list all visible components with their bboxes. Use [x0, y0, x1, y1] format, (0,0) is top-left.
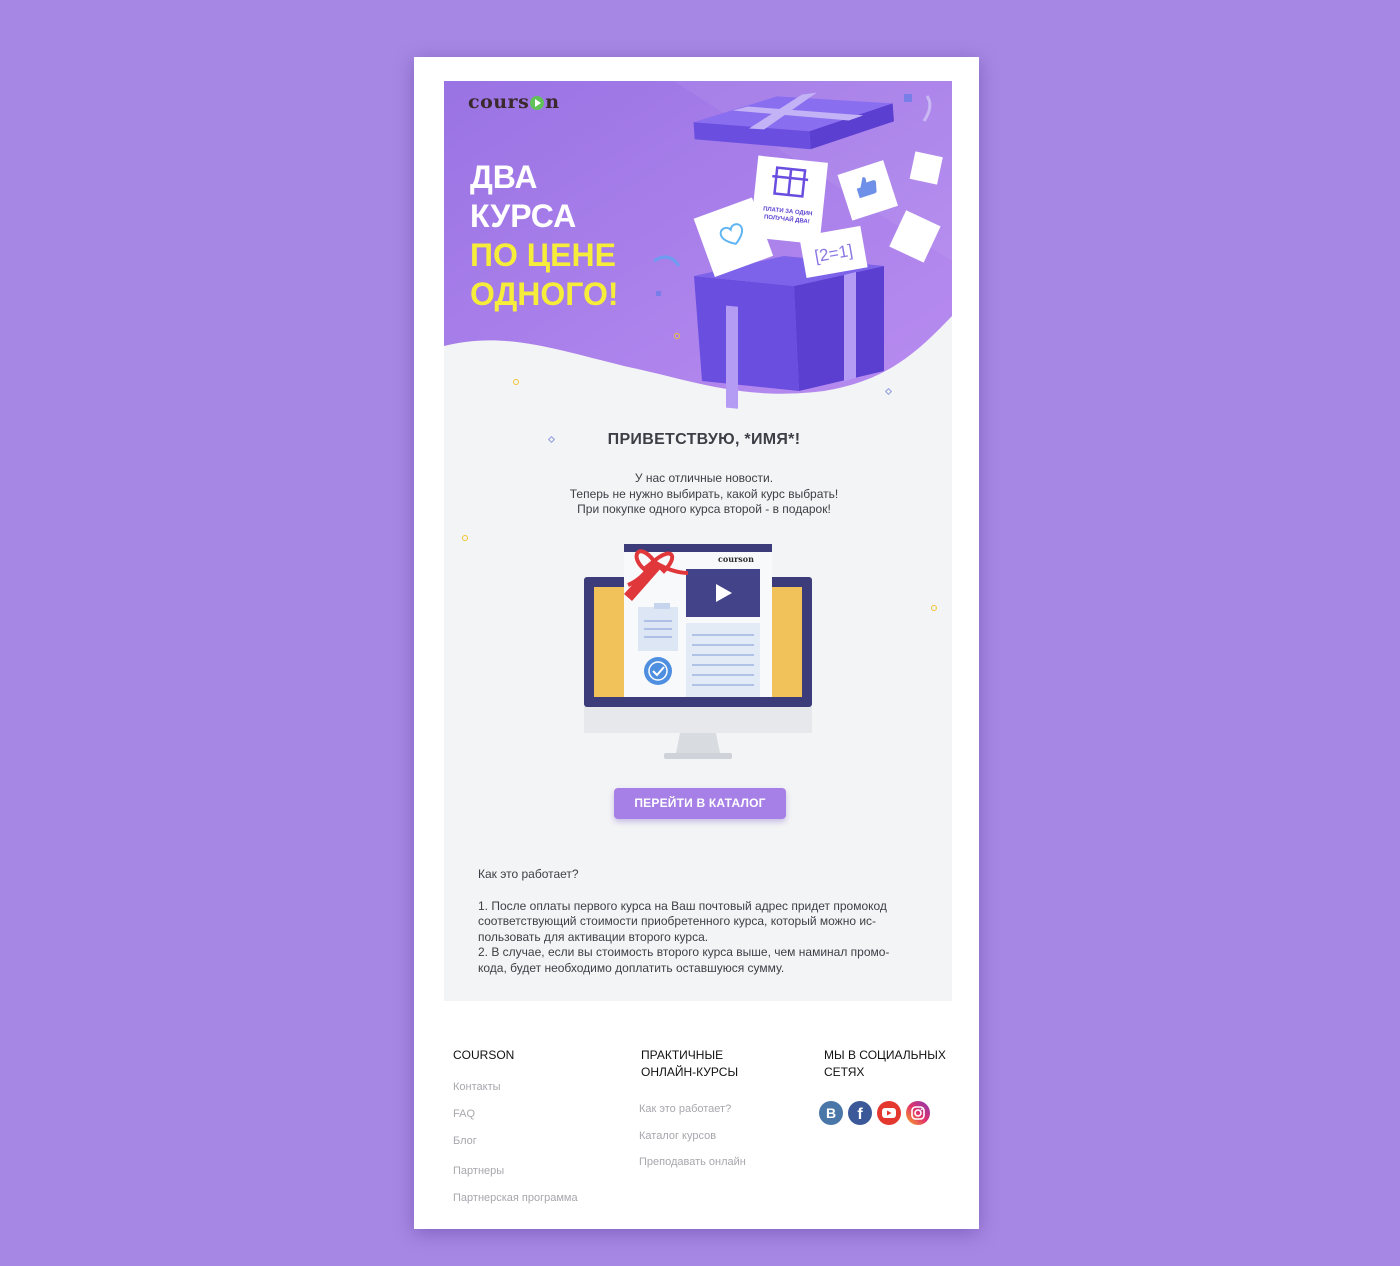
how-it-works-line: кода, будет необходимо доплатить оставшу… [478, 960, 785, 975]
email-card: ПЛАТИ ЗА ОДИН ПОЛУЧАЙ ДВА! [2=1] cours n… [414, 57, 979, 1229]
hero-headline: ДВА КУРСА ПО ЦЕНЕ ОДНОГО! [470, 158, 690, 314]
hero-line-3: ПО ЦЕНЕ [470, 237, 616, 273]
footer-heading: ПРАКТИЧНЫЕ [641, 1048, 724, 1062]
monitor-logo-text: courson [718, 554, 754, 564]
vk-icon[interactable]: B [819, 1101, 843, 1125]
how-it-works-title: Как это работает? [478, 867, 579, 881]
confetti-dot [674, 333, 680, 339]
how-it-works-line: пользовать для активации второго курса. [478, 929, 709, 944]
footer-link-partners[interactable]: Партнеры [453, 1165, 504, 1177]
email-footer: COURSON Контакты FAQ Блог Партнеры Партн… [414, 1017, 979, 1227]
logo-text-right: n [545, 91, 560, 113]
confetti-dot [462, 535, 468, 541]
play-icon [530, 96, 545, 110]
how-it-works-line: 2. В случае, если вы стоимость второго к… [478, 945, 890, 959]
how-it-works-line: 1. После оплаты первого курса на Ваш поч… [478, 898, 887, 913]
confetti-dot [931, 605, 937, 611]
intro-text: У нас отличные новости. Теперь не нужно … [444, 471, 952, 518]
how-it-works: Как это работает? 1. После оплаты первог… [478, 867, 928, 976]
footer-link-blog[interactable]: Блог [453, 1135, 477, 1147]
footer-heading: СЕТЯХ [824, 1065, 865, 1079]
footer-heading: ОНЛАЙН-КУРСЫ [641, 1065, 739, 1079]
intro-line: При покупке одного курса второй - в пода… [577, 502, 831, 516]
email-body: ПЛАТИ ЗА ОДИН ПОЛУЧАЙ ДВА! [2=1] cours n… [444, 81, 952, 1001]
svg-text:B: B [826, 1105, 836, 1121]
footer-heading: МЫ В СОЦИАЛЬНЫХ [824, 1048, 946, 1062]
footer-col-courses: ПРАКТИЧНЫЕ ОНЛАЙН-КУРСЫ [641, 1047, 738, 1081]
footer-link-partner-program[interactable]: Партнерская программа [453, 1192, 578, 1204]
instagram-icon[interactable] [906, 1101, 930, 1125]
footer-link-faq[interactable]: FAQ [453, 1108, 475, 1120]
intro-line: Теперь не нужно выбирать, какой курс выб… [569, 486, 839, 501]
footer-col-social: МЫ В СОЦИАЛЬНЫХ СЕТЯХ [824, 1047, 946, 1081]
footer-link-contacts[interactable]: Контакты [453, 1081, 501, 1093]
hero-line-2: КУРСА [470, 198, 577, 234]
footer-link-teach-online[interactable]: Преподавать онлайн [639, 1156, 746, 1168]
hero-line-1: ДВА [470, 159, 538, 195]
footer-col-courson: COURSON [453, 1047, 514, 1064]
youtube-icon[interactable] [877, 1101, 901, 1125]
courson-logo[interactable]: cours n [468, 91, 560, 113]
monitor-illustration: courson [584, 544, 812, 759]
footer-link-how-it-works[interactable]: Как это работает? [639, 1103, 731, 1115]
catalog-button[interactable]: ПЕРЕЙТИ В КАТАЛОГ [614, 788, 786, 819]
logo-text-left: cours [468, 91, 530, 113]
how-it-works-line: соответствующий стоимости приобретенного… [478, 914, 877, 928]
greeting-heading: ПРИВЕТСТВУЮ, *ИМЯ*! [607, 431, 801, 448]
footer-heading: COURSON [453, 1048, 515, 1062]
confetti-dot [513, 379, 519, 385]
svg-text:f: f [857, 1106, 863, 1123]
intro-line: У нас отличные новости. [634, 471, 774, 485]
facebook-icon[interactable]: f [848, 1101, 872, 1125]
footer-link-catalog[interactable]: Каталог курсов [639, 1130, 716, 1142]
hero-line-4: ОДНОГО! [470, 276, 619, 312]
